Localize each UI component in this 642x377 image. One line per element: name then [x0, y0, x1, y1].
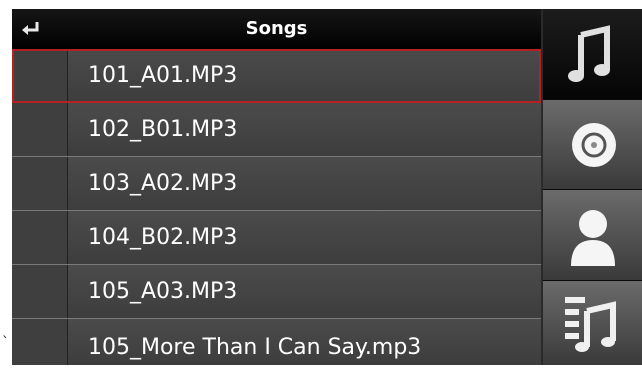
artist-icon [571, 210, 615, 266]
row-index-cell [12, 211, 68, 264]
stray-mark: ` [2, 335, 9, 351]
back-button[interactable] [18, 17, 44, 41]
category-sidebar [543, 9, 642, 365]
disc-icon [572, 123, 616, 167]
song-row[interactable]: 101_A01.MP3 [12, 49, 541, 103]
page-title: Songs [245, 18, 308, 39]
row-index-cell [12, 319, 68, 365]
albums-category-button[interactable] [543, 100, 642, 190]
song-name: 105_A03.MP3 [88, 279, 238, 304]
song-row[interactable]: 105_More Than I Can Say.mp3 [12, 319, 541, 365]
song-name: 103_A02.MP3 [88, 171, 238, 196]
song-name: 104_B02.MP3 [88, 225, 238, 250]
row-name-cell: 101_A01.MP3 [68, 49, 541, 102]
playlists-category-button[interactable] [543, 281, 642, 365]
row-index-cell [12, 157, 68, 210]
song-row[interactable]: 102_B01.MP3 [12, 103, 541, 157]
song-list: 101_A01.MP3 102_B01.MP3 103_A02.MP3 104_… [12, 49, 541, 365]
row-name-cell: 103_A02.MP3 [68, 157, 541, 210]
row-index-cell [12, 49, 68, 102]
artists-category-button[interactable] [543, 190, 642, 281]
row-index-cell [12, 103, 68, 156]
song-row[interactable]: 104_B02.MP3 [12, 211, 541, 265]
song-name: 101_A01.MP3 [88, 63, 238, 88]
playlist-icon [565, 297, 616, 352]
song-name: 105_More Than I Can Say.mp3 [88, 335, 422, 360]
row-name-cell: 102_B01.MP3 [68, 103, 541, 156]
row-name-cell: 104_B02.MP3 [68, 211, 541, 264]
music-note-icon [568, 25, 610, 82]
return-arrow-icon [22, 22, 39, 35]
row-name-cell: 105_A03.MP3 [68, 265, 541, 318]
header-bar: Songs [12, 9, 541, 49]
song-name: 102_B01.MP3 [88, 117, 238, 142]
song-row[interactable]: 105_A03.MP3 [12, 265, 541, 319]
music-player: Songs 101_A01.MP3 102_B01.MP3 103_A02.MP… [12, 9, 642, 365]
song-row[interactable]: 103_A02.MP3 [12, 157, 541, 211]
row-name-cell: 105_More Than I Can Say.mp3 [68, 319, 541, 365]
songs-category-button[interactable] [543, 9, 642, 100]
row-index-cell [12, 265, 68, 318]
